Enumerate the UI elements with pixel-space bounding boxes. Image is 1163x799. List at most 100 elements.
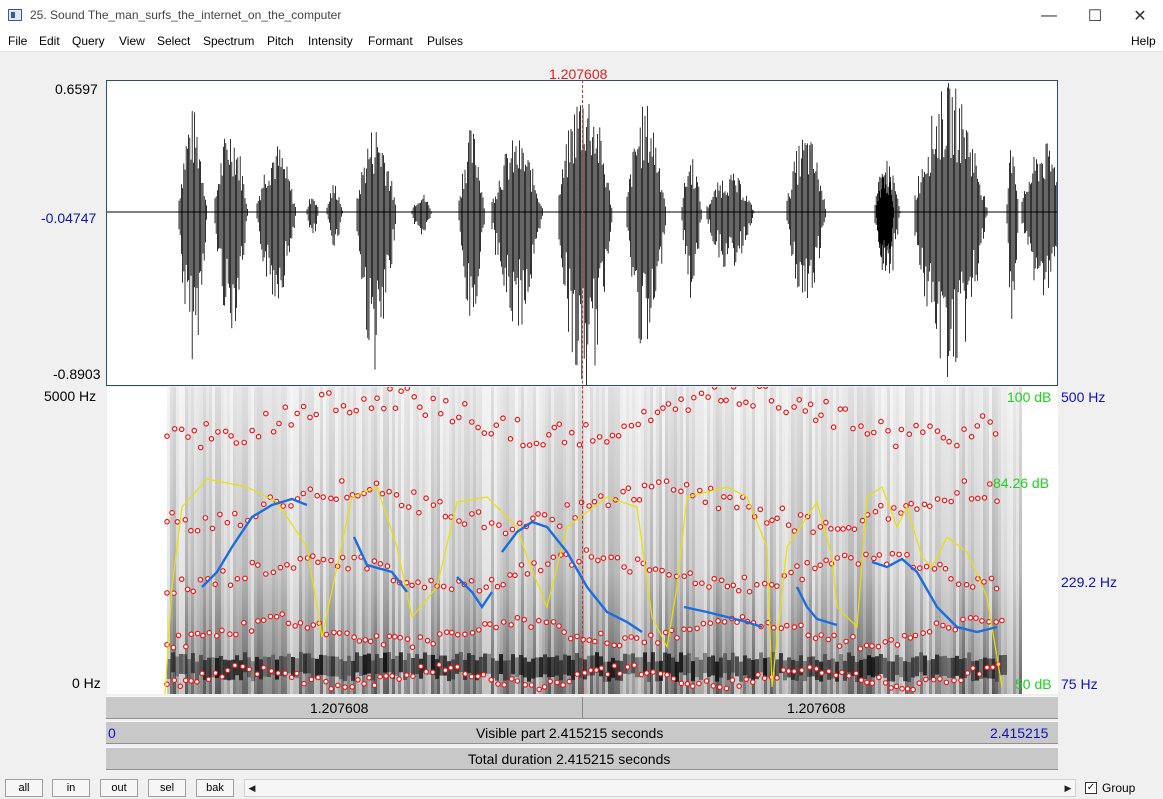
spectrogram-band [939, 656, 943, 677]
formant-dot [692, 580, 699, 587]
formant-dot [678, 680, 685, 687]
spectrogram-band [911, 657, 915, 678]
formant-dot [715, 618, 721, 624]
spectrogram-column [635, 387, 638, 694]
formant-dot [775, 405, 782, 411]
menu-view[interactable]: View [119, 34, 145, 48]
spectrogram-column [797, 387, 800, 694]
spectrogram-band [387, 652, 391, 673]
spectrogram-band [171, 652, 175, 673]
menu-edit[interactable]: Edit [39, 34, 60, 48]
maximize-button[interactable]: ☐ [1072, 0, 1118, 31]
formant-dot [591, 498, 598, 505]
menu-spectrum[interactable]: Spectrum [203, 34, 254, 48]
close-button[interactable]: ✕ [1117, 0, 1163, 31]
formant-dot [540, 441, 546, 448]
spectrogram-band [239, 660, 243, 681]
formant-dot [981, 495, 988, 501]
spectrogram-band [559, 660, 563, 681]
zoom-all-button[interactable]: all [5, 779, 43, 797]
formant-dot [817, 524, 824, 530]
zoom-in-button[interactable]: in [52, 779, 90, 797]
spectrogram-column [653, 387, 656, 694]
spectrogram-column [242, 387, 245, 694]
scroll-right-icon[interactable]: ▶ [1061, 780, 1075, 796]
spectrogram-band [207, 657, 211, 678]
menu-file[interactable]: File [8, 34, 27, 48]
formant-dot [294, 670, 300, 677]
formant-dot [564, 502, 571, 508]
spectrogram-column [536, 387, 539, 694]
spectrogram-column [281, 387, 284, 694]
right-segment[interactable]: 1.207608 [583, 697, 1057, 718]
formant-dot [390, 577, 397, 584]
menu-pulses[interactable]: Pulses [427, 34, 463, 48]
menu-intensity[interactable]: Intensity [308, 34, 353, 48]
spectrogram-column [380, 387, 383, 694]
formant-dot [249, 427, 256, 434]
formant-dot [170, 644, 177, 651]
formant-dot [410, 673, 416, 680]
formant-dot [989, 664, 996, 671]
menu-select[interactable]: Select [157, 34, 190, 48]
group-checkbox[interactable]: ✓ [1085, 782, 1097, 794]
spectrogram-band [335, 656, 339, 677]
formant-dot [837, 406, 844, 412]
spectrogram-column [293, 387, 296, 694]
spectrogram-column [434, 387, 437, 694]
formant-dot [323, 631, 330, 638]
spectrogram-column [716, 387, 719, 694]
zoom-out-button[interactable]: out [100, 779, 138, 797]
menu-query[interactable]: Query [72, 34, 105, 48]
spectrogram-column [758, 387, 761, 694]
menu-help[interactable]: Help [1131, 34, 1156, 48]
formant-dot [926, 503, 933, 510]
formant-dot [178, 426, 185, 433]
formant-dot [197, 444, 204, 451]
spectrogram-shading [167, 387, 1022, 694]
spectrogram-column [725, 387, 728, 694]
visible-part-bar[interactable]: 0 Visible part 2.415215 seconds 2.415215 [106, 721, 1058, 744]
spectrogram-column [893, 387, 896, 694]
spectrogram-column [662, 387, 665, 694]
menu-pitch[interactable]: Pitch [267, 34, 294, 48]
formant-dot [543, 619, 550, 626]
spectrogram-column [254, 387, 257, 694]
formant-dot [994, 498, 1000, 505]
formant-dot [340, 402, 347, 409]
left-segment[interactable]: 1.207608 [106, 697, 583, 718]
menu-formant[interactable]: Formant [368, 34, 413, 48]
formant-dot [249, 559, 256, 566]
bottom-toolbar: all in out sel bak ◀ ▶ ✓ Group [0, 777, 1163, 799]
spectrogram-column [332, 387, 335, 694]
formant-dot [723, 397, 729, 404]
zoom-back-button[interactable]: bak [196, 779, 234, 797]
zoom-sel-button[interactable]: sel [148, 779, 186, 797]
formant-dot [976, 671, 983, 677]
spectrogram-band [751, 659, 755, 680]
formant-dot [741, 574, 748, 581]
formant-dot [188, 527, 194, 534]
spectrogram-column [257, 387, 260, 694]
minimize-button[interactable]: — [1026, 0, 1072, 31]
spectrogram-band [179, 653, 183, 674]
scroll-left-icon[interactable]: ◀ [245, 780, 259, 796]
formant-dot [417, 663, 424, 670]
spectrogram-band [707, 656, 711, 677]
formant-dot [851, 526, 858, 533]
formant-dot [948, 576, 954, 582]
spectrogram-band [695, 657, 699, 678]
spectrogram-column [773, 387, 776, 694]
formant-dot [987, 419, 994, 425]
spectrogram-band [955, 655, 959, 676]
formant-dot [699, 580, 705, 587]
formant-dot [500, 581, 507, 588]
spectrogram-band [659, 660, 663, 681]
sound-editor-area: 1.207608 0.6597 -0.04747 -0.8903 5000 Hz… [0, 52, 1163, 771]
formant-dot [992, 431, 999, 437]
horizontal-scrollbar[interactable]: ◀ ▶ [244, 779, 1076, 797]
spectrogram-column [668, 387, 671, 694]
formant-dot [783, 622, 790, 629]
total-duration-bar[interactable]: Total duration 2.415215 seconds [106, 747, 1058, 770]
formant-dot [899, 685, 905, 692]
